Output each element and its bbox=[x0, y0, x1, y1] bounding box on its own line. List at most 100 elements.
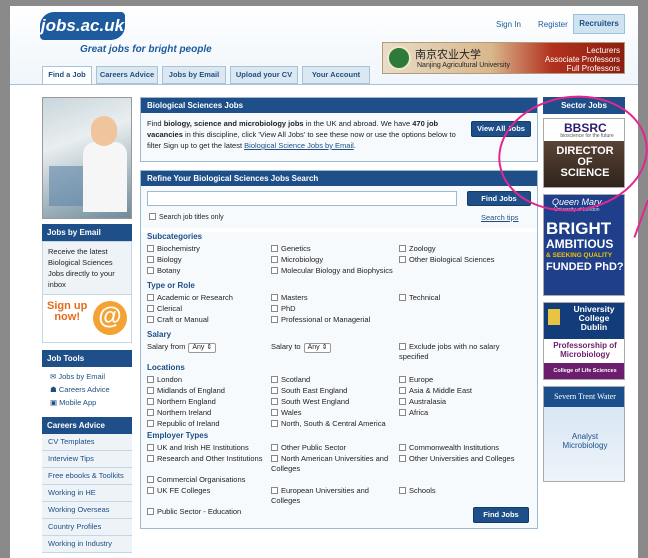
filter-option[interactable]: Microbiology bbox=[271, 255, 397, 265]
checkbox[interactable] bbox=[399, 245, 406, 252]
keyword-search-input[interactable] bbox=[147, 191, 457, 206]
careers-item[interactable]: Free ebooks & Toolkits bbox=[42, 468, 132, 485]
checkbox[interactable] bbox=[399, 376, 406, 383]
filter-option[interactable]: Europe bbox=[399, 375, 529, 385]
checkbox[interactable] bbox=[271, 420, 278, 427]
filter-option[interactable]: Genetics bbox=[271, 244, 397, 254]
filter-option[interactable]: Northern England bbox=[147, 397, 269, 407]
tab-careers-advice[interactable]: Careers Advice bbox=[96, 66, 158, 84]
checkbox[interactable] bbox=[271, 305, 278, 312]
checkbox[interactable] bbox=[399, 444, 406, 451]
filter-option[interactable]: Asia & Middle East bbox=[399, 386, 529, 396]
filter-option[interactable]: South West England bbox=[271, 397, 397, 407]
filter-option[interactable]: Public Sector - Education bbox=[147, 507, 269, 523]
find-jobs-bottom-button[interactable]: Find Jobs bbox=[473, 507, 529, 523]
filter-option[interactable]: Academic or Research bbox=[147, 293, 269, 303]
filter-option[interactable]: PhD bbox=[271, 304, 397, 314]
checkbox[interactable] bbox=[147, 487, 154, 494]
salary-from-select[interactable]: Any ⇕ bbox=[188, 343, 217, 353]
checkbox[interactable] bbox=[147, 409, 154, 416]
filter-option[interactable]: Molecular Biology and Biophysics bbox=[271, 266, 397, 276]
filter-option[interactable]: Midlands of England bbox=[147, 386, 269, 396]
checkbox[interactable] bbox=[271, 376, 278, 383]
checkbox[interactable] bbox=[271, 444, 278, 451]
checkbox[interactable] bbox=[271, 245, 278, 252]
filter-option[interactable]: Africa bbox=[399, 408, 529, 418]
filter-option[interactable]: UK and Irish HE Institutions bbox=[147, 443, 269, 453]
search-tips-link[interactable]: Search tips bbox=[481, 213, 519, 222]
sign-in-link[interactable]: Sign In bbox=[496, 20, 521, 29]
careers-item[interactable]: Country Profiles bbox=[42, 519, 132, 536]
exclude-no-salary-option[interactable]: Exclude jobs with no salary specified bbox=[399, 342, 529, 362]
checkbox[interactable] bbox=[147, 376, 154, 383]
nanjing-banner-ad[interactable]: 南京农业大学 Nanjing Agricultural University L… bbox=[382, 42, 625, 74]
checkbox[interactable] bbox=[399, 409, 406, 416]
checkbox[interactable] bbox=[271, 316, 278, 323]
checkbox[interactable] bbox=[271, 294, 278, 301]
filter-option[interactable]: Republic of Ireland bbox=[147, 419, 269, 429]
filter-option[interactable]: Masters bbox=[271, 293, 397, 303]
ucd-ad[interactable]: University College Dublin Professorship of… bbox=[543, 302, 625, 380]
jobs-by-email-link[interactable]: Biological Science Jobs by Email bbox=[244, 141, 354, 150]
careers-item[interactable]: Working in Industry bbox=[42, 536, 132, 553]
checkbox[interactable] bbox=[271, 387, 278, 394]
filter-option[interactable]: Commercial Organisations bbox=[147, 475, 269, 485]
filter-option[interactable]: Research and Other Institutions bbox=[147, 454, 269, 474]
sign-up-now-button[interactable]: Sign up now! @ bbox=[42, 295, 132, 343]
filter-option[interactable]: Other Public Sector bbox=[271, 443, 397, 453]
filter-option[interactable]: Other Biological Sciences bbox=[399, 255, 529, 265]
checkbox[interactable] bbox=[147, 455, 154, 462]
filter-option[interactable]: South East England bbox=[271, 386, 397, 396]
checkbox[interactable] bbox=[399, 256, 406, 263]
checkbox[interactable] bbox=[149, 213, 156, 220]
filter-option[interactable]: European Universities and Colleges bbox=[271, 486, 397, 506]
careers-item[interactable]: CV Templates bbox=[42, 434, 132, 451]
tool-mobile-app[interactable]: ▣ Mobile App bbox=[42, 396, 132, 409]
checkbox[interactable] bbox=[147, 420, 154, 427]
recruiters-button[interactable]: Recruiters bbox=[573, 14, 625, 34]
checkbox[interactable] bbox=[399, 487, 406, 494]
checkbox[interactable] bbox=[147, 387, 154, 394]
checkbox[interactable] bbox=[271, 267, 278, 274]
checkbox[interactable] bbox=[147, 267, 154, 274]
checkbox[interactable] bbox=[147, 305, 154, 312]
filter-option[interactable]: North, South & Central America bbox=[271, 419, 397, 429]
filter-option[interactable]: Schools bbox=[399, 486, 529, 506]
checkbox[interactable] bbox=[271, 256, 278, 263]
filter-option[interactable]: London bbox=[147, 375, 269, 385]
checkbox[interactable] bbox=[147, 444, 154, 451]
checkbox[interactable] bbox=[147, 294, 154, 301]
filter-option[interactable]: Commonwealth Institutions bbox=[399, 443, 529, 453]
tab-jobs-by-email[interactable]: Jobs by Email bbox=[162, 66, 226, 84]
checkbox[interactable] bbox=[399, 343, 406, 350]
filter-option[interactable]: Craft or Manual bbox=[147, 315, 269, 325]
tab-find-a-job[interactable]: Find a Job bbox=[42, 66, 92, 85]
tab-upload-cv[interactable]: Upload your CV bbox=[230, 66, 298, 84]
filter-option[interactable]: Botany bbox=[147, 266, 269, 276]
checkbox[interactable] bbox=[271, 455, 278, 462]
salary-to-select[interactable]: Any ⇕ bbox=[303, 343, 332, 353]
filter-option[interactable]: Technical bbox=[399, 293, 529, 303]
filter-option[interactable]: Clerical bbox=[147, 304, 269, 314]
careers-item[interactable]: Working Overseas bbox=[42, 502, 132, 519]
filter-option[interactable]: Wales bbox=[271, 408, 397, 418]
checkbox[interactable] bbox=[271, 409, 278, 416]
filter-option[interactable]: Other Universities and Colleges bbox=[399, 454, 529, 474]
severn-trent-ad[interactable]: Severn Trent Water Analyst Microbiology bbox=[543, 386, 625, 482]
checkbox[interactable] bbox=[147, 476, 154, 483]
checkbox[interactable] bbox=[147, 245, 154, 252]
filter-option[interactable]: Australasia bbox=[399, 397, 529, 407]
tab-your-account[interactable]: Your Account bbox=[302, 66, 370, 84]
checkbox[interactable] bbox=[147, 316, 154, 323]
filter-option[interactable]: Scotland bbox=[271, 375, 397, 385]
checkbox[interactable] bbox=[271, 398, 278, 405]
checkbox[interactable] bbox=[271, 487, 278, 494]
filter-option[interactable]: North American Universities and Colleges bbox=[271, 454, 397, 474]
checkbox[interactable] bbox=[399, 398, 406, 405]
filter-option[interactable]: Biochemistry bbox=[147, 244, 269, 254]
register-link[interactable]: Register bbox=[538, 20, 568, 29]
filter-option[interactable]: UK FE Colleges bbox=[147, 486, 269, 506]
filter-option[interactable]: Biology bbox=[147, 255, 269, 265]
checkbox[interactable] bbox=[399, 294, 406, 301]
checkbox[interactable] bbox=[147, 256, 154, 263]
